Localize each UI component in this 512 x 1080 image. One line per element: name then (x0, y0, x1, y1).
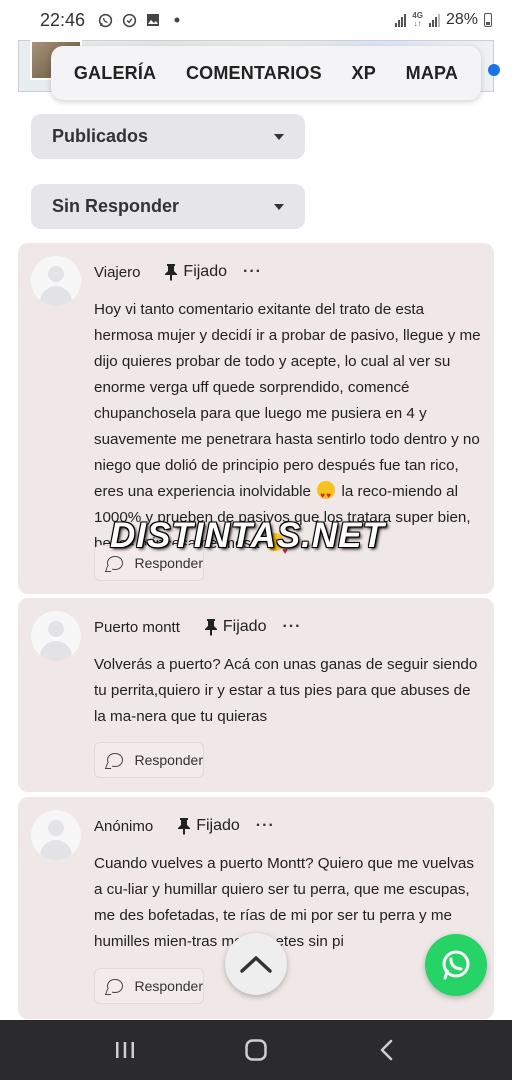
status-filter-value: Publicados (52, 126, 149, 146)
dot-icon (169, 12, 185, 28)
comment-author: Viajero (94, 263, 141, 281)
response-filter-value: Sin Responder (52, 196, 180, 216)
pinned-indicator: Fijado (204, 618, 267, 636)
status-right: 4G ↓↑ 28% (395, 11, 492, 29)
comment-card: Puerto montt Fijado ··· Volverás a puert… (18, 598, 494, 792)
signal-icon (395, 13, 407, 27)
chat-bubble-icon (107, 979, 123, 993)
chat-bubble-icon (107, 556, 123, 570)
tab-xp[interactable]: XP (352, 63, 376, 84)
whatsapp-icon (442, 950, 470, 980)
pinned-indicator: Fijado (177, 817, 240, 835)
status-left: 22:46 (40, 10, 185, 31)
status-time: 22:46 (40, 9, 86, 30)
avatar (31, 810, 81, 860)
scroll-to-top-button[interactable] (225, 933, 287, 995)
comment-header: Anónimo Fijado ··· (94, 815, 275, 837)
comment-body: Volverás a puerto? Acá con unas ganas de… (94, 656, 478, 725)
pinned-label: Fijado (196, 817, 240, 834)
comment-text-part-1: Hoy vi tanto comentario exitante del tra… (94, 301, 481, 500)
chat-bubble-icon (107, 753, 123, 767)
caret-down-icon (274, 133, 284, 140)
back-icon (380, 1039, 392, 1061)
section-tabs: GALERÍA COMENTARIOS XP MAPA (51, 46, 481, 100)
tab-galeria[interactable]: GALERÍA (74, 63, 156, 84)
recents-button[interactable] (105, 1030, 145, 1070)
pinned-indicator: Fijado (164, 263, 227, 281)
home-icon (245, 1039, 267, 1061)
battery-percent: 28% (445, 11, 478, 28)
system-nav-bar (0, 1020, 512, 1080)
whatsapp-button[interactable] (425, 934, 487, 996)
network-type: 4G ↓↑ (412, 11, 423, 28)
more-options-icon[interactable]: ··· (282, 618, 301, 636)
comment-header: Puerto montt Fijado ··· (94, 616, 301, 638)
pinned-label: Fijado (183, 263, 227, 280)
tab-mapa[interactable]: MAPA (406, 63, 458, 84)
avatar (31, 611, 81, 661)
more-options-icon[interactable]: ··· (243, 263, 262, 281)
battery-icon (484, 13, 492, 27)
reply-button[interactable]: Responder (94, 968, 204, 1004)
caret-down-icon (274, 203, 284, 210)
pin-icon (204, 619, 217, 636)
response-filter-dropdown[interactable]: Sin Responder (31, 184, 305, 229)
chevron-up-icon (240, 956, 272, 973)
comment-author: Puerto montt (94, 618, 180, 636)
heart-eyes-emoji-icon (317, 481, 336, 509)
pin-icon (165, 264, 178, 281)
reply-label: Responder (134, 978, 204, 994)
avatar (31, 256, 81, 306)
home-button[interactable] (236, 1030, 276, 1070)
gallery-notification-icon (145, 12, 161, 28)
signal-2-icon (428, 13, 440, 27)
pinned-label: Fijado (222, 618, 267, 635)
comment-author: Anónimo (94, 817, 154, 835)
recents-icon (116, 1042, 135, 1058)
watermark: DISTINTAS.NET (110, 516, 385, 555)
reply-label: Responder (134, 555, 204, 571)
reply-button[interactable]: Responder (94, 742, 204, 778)
more-options-icon[interactable]: ··· (256, 817, 275, 835)
back-button[interactable] (367, 1030, 407, 1070)
tab-comentarios[interactable]: COMENTARIOS (186, 63, 322, 84)
status-filter-dropdown[interactable]: Publicados (31, 114, 305, 159)
reply-label: Responder (134, 752, 204, 768)
status-bar: 22:46 4G ↓↑ 28% (0, 0, 512, 40)
comment-header: Viajero Fijado ··· (94, 261, 262, 283)
comment-body: Cuando vuelves a puerto Montt? Quiero qu… (94, 855, 474, 950)
whatsapp-business-notification-icon (121, 12, 137, 28)
whatsapp-notification-icon (97, 12, 113, 28)
pin-icon (178, 818, 191, 835)
map-location-icon (488, 64, 500, 76)
